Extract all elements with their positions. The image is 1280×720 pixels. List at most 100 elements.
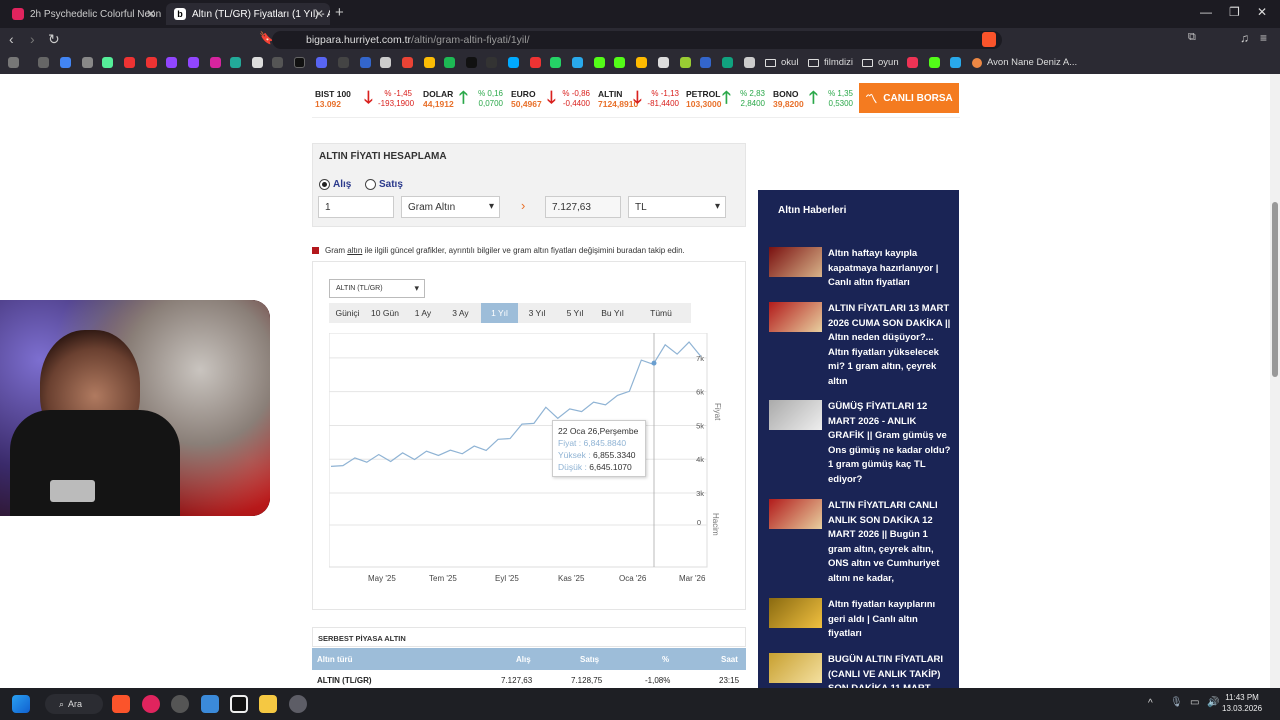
bookmark-site-icon[interactable]: [700, 57, 711, 68]
youtube-bookmark-icon[interactable]: [124, 57, 135, 68]
reload-icon[interactable]: ↻: [48, 31, 60, 48]
maximize-icon[interactable]: ❐: [1229, 5, 1240, 19]
apps-icon[interactable]: [8, 57, 19, 68]
ticker-petrol[interactable]: PETROL 103,3000: [686, 89, 721, 109]
volume-icon[interactable]: 🔊: [1207, 697, 1219, 708]
bookmark-site-icon[interactable]: [722, 57, 733, 68]
search-box[interactable]: ⌕ Ara: [45, 694, 103, 714]
kick-icon[interactable]: [594, 57, 605, 68]
tiktok-icon[interactable]: [294, 57, 305, 68]
close-window-icon[interactable]: ✕: [1257, 5, 1267, 19]
news-item[interactable]: Altın fiyatları kayıplarını geri aldı | …: [828, 598, 952, 642]
unit-select[interactable]: Gram Altın: [401, 196, 500, 218]
menu-icon[interactable]: ≡: [1260, 31, 1267, 45]
bookmark-folder-filmdizi[interactable]: filmdizi: [808, 57, 853, 68]
bookmark-site-icon[interactable]: [744, 57, 755, 68]
alis-radio[interactable]: [319, 179, 330, 190]
bookmark-folder-oyun[interactable]: oyun: [862, 57, 899, 68]
altin-link[interactable]: altın: [347, 246, 362, 255]
file-explorer-icon[interactable]: [259, 695, 277, 713]
chevron-up-icon[interactable]: ^: [1148, 698, 1153, 709]
ticker-bono[interactable]: BONO 39,8200: [773, 89, 804, 109]
close-icon[interactable]: ✕: [314, 7, 324, 21]
forward-icon[interactable]: ›: [30, 31, 35, 47]
th-percent[interactable]: %: [662, 655, 669, 664]
mic-icon[interactable]: 🎙: [1170, 697, 1183, 708]
price-chart[interactable]: 7k 6k 5k 4k 3k Fiyat Hacim 0: [329, 333, 729, 573]
brave-taskbar-icon[interactable]: [112, 695, 130, 713]
gmail-icon[interactable]: [402, 57, 413, 68]
news-item[interactable]: Altın haftayı kayıpla kapatmaya hazırlan…: [828, 247, 952, 291]
telegram-icon[interactable]: [572, 57, 583, 68]
table-cell-name[interactable]: ALTIN (TL/GR): [317, 676, 372, 685]
bookmark-site-icon[interactable]: [636, 57, 647, 68]
range-tumu[interactable]: Tümü: [633, 303, 689, 323]
th-altin-turu[interactable]: Altın türü: [317, 655, 353, 664]
tab-bigpara[interactable]: b Altın (TL/GR) Fiyatları (1 Yıl) - Altın…: [166, 3, 330, 25]
tab-youtube[interactable]: 2h Psychedelic Colorful Neon Backgr✕: [4, 3, 162, 25]
bookmark-site-icon[interactable]: [230, 57, 241, 68]
windows-start-icon[interactable]: [12, 695, 30, 713]
range-1yil[interactable]: 1 Yıl: [481, 303, 518, 323]
google-icon[interactable]: [60, 57, 71, 68]
bookmark-site-icon[interactable]: [82, 57, 93, 68]
photos-icon[interactable]: [201, 695, 219, 713]
bookmark-site-icon[interactable]: [102, 57, 113, 68]
bookmark-site-icon[interactable]: [530, 57, 541, 68]
ticker-euro[interactable]: EURO 50,4967: [511, 89, 542, 109]
app-icon[interactable]: [230, 695, 248, 713]
bookmark-folder-okul[interactable]: okul: [765, 57, 798, 68]
bookmark-site-icon[interactable]: [466, 57, 477, 68]
ticker-bist100[interactable]: BIST 100 13.092: [315, 89, 351, 109]
bookmark-site-icon[interactable]: [907, 57, 918, 68]
bookmark-site-icon[interactable]: [658, 57, 669, 68]
news-item[interactable]: BUGÜN ALTIN FİYATLARI (CANLI VE ANLIK TA…: [828, 653, 952, 688]
canli-borsa-button[interactable]: 〽 CANLI BORSA: [859, 83, 959, 113]
url-field[interactable]: bigpara.hurriyet.com.tr/altin/gram-altin…: [272, 31, 1002, 49]
app-icon[interactable]: [289, 695, 307, 713]
th-satis[interactable]: Satış: [580, 655, 599, 664]
new-tab-icon[interactable]: +: [335, 4, 344, 21]
ticker-dolar[interactable]: DOLAR 44,1912: [423, 89, 454, 109]
th-alis[interactable]: Alış: [516, 655, 531, 664]
range-3yil[interactable]: 3 Yıl: [519, 303, 555, 323]
bookmark-site-icon[interactable]: [360, 57, 371, 68]
range-1ay[interactable]: 1 Ay: [406, 303, 440, 323]
bookmark-site-icon[interactable]: [380, 57, 391, 68]
range-10gun[interactable]: 10 Gün: [366, 303, 404, 323]
range-buyil[interactable]: Bu Yıl: [594, 303, 631, 323]
scrollbar-thumb[interactable]: [1272, 202, 1278, 377]
news-item[interactable]: ALTIN FİYATLARI CANLI ANLIK SON DAKİKA 1…: [828, 499, 952, 587]
drive-icon[interactable]: [424, 57, 435, 68]
kick-icon[interactable]: [614, 57, 625, 68]
news-thumbnail[interactable]: [769, 302, 822, 332]
back-icon[interactable]: ‹: [9, 31, 14, 47]
news-thumbnail[interactable]: [769, 247, 822, 277]
x-icon[interactable]: [252, 57, 263, 68]
spotify-icon[interactable]: [444, 57, 455, 68]
scrollbar[interactable]: [1270, 74, 1280, 688]
whatsapp-icon[interactable]: [550, 57, 561, 68]
range-gunici[interactable]: Güniçi: [331, 303, 364, 323]
range-5yil[interactable]: 5 Yıl: [557, 303, 593, 323]
news-item[interactable]: GÜMÜŞ FİYATLARI 12 MART 2026 - ANLIK GRA…: [828, 400, 952, 488]
instrument-select[interactable]: ALTIN (TL/GR) ▾: [329, 279, 425, 298]
bookmark-site-icon[interactable]: [272, 57, 283, 68]
news-thumbnail[interactable]: [769, 400, 822, 430]
media-icon[interactable]: ♫: [1240, 31, 1249, 45]
news-item[interactable]: ALTIN FİYATLARI 13 MART 2026 CUMA SON DA…: [828, 302, 952, 390]
currency-select[interactable]: TL: [628, 196, 726, 218]
twitch-icon[interactable]: [188, 57, 199, 68]
news-thumbnail[interactable]: [769, 653, 822, 683]
bookmark-site-icon[interactable]: [680, 57, 691, 68]
instagram-icon[interactable]: [210, 57, 221, 68]
bookmark-site-icon[interactable]: [338, 57, 349, 68]
discord-icon[interactable]: [316, 57, 327, 68]
range-3ay[interactable]: 3 Ay: [442, 303, 479, 323]
minimize-icon[interactable]: —: [1200, 5, 1212, 19]
youtube-bookmark-icon[interactable]: [146, 57, 157, 68]
news-thumbnail[interactable]: [769, 499, 822, 529]
bookmark-site-icon[interactable]: [486, 57, 497, 68]
th-saat[interactable]: Saat: [721, 655, 738, 664]
media-player-icon[interactable]: [142, 695, 160, 713]
